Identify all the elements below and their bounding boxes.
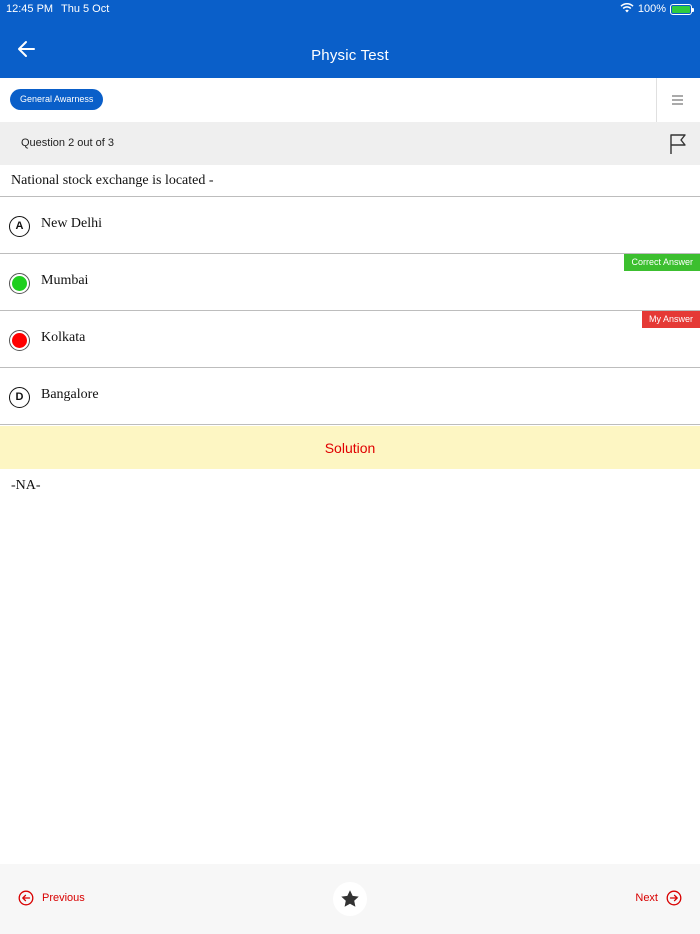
flag-icon (670, 134, 686, 154)
next-label: Next (635, 892, 658, 904)
status-time: 12:45 PM (6, 3, 54, 15)
battery-icon (670, 3, 694, 15)
status-bar: 12:45 PM Thu 5 Oct 100% (0, 0, 700, 20)
star-icon (341, 890, 359, 907)
page-title: Physic Test (311, 47, 389, 64)
hamburger-menu-icon (672, 95, 683, 105)
solution-text: -NA- (11, 478, 41, 493)
subject-chip[interactable]: General Awarness (10, 89, 104, 110)
option-letter: A (9, 216, 30, 237)
question-text: National stock exchange is located - (11, 173, 214, 188)
bookmark-button[interactable] (333, 882, 367, 916)
flag-button[interactable] (666, 132, 690, 156)
solution-header: Solution (0, 426, 700, 469)
question: National stock exchange is located - (0, 165, 700, 197)
wrong-indicator-icon (9, 330, 30, 351)
option-c[interactable]: Kolkata My Answer (0, 311, 700, 368)
bottom-nav-bar: Previous Next (0, 864, 700, 934)
option-b[interactable]: Mumbai Correct Answer (0, 254, 700, 311)
option-text: Kolkata (41, 330, 86, 345)
status-indicators: 100% (620, 2, 694, 16)
correct-indicator-icon (9, 273, 30, 294)
option-text: New Delhi (41, 216, 103, 231)
solution-title: Solution (324, 440, 376, 456)
previous-label: Previous (42, 892, 85, 904)
next-button[interactable]: Next (635, 890, 682, 906)
subject-row: General Awarness (0, 78, 700, 122)
option-text: Mumbai (41, 273, 89, 288)
battery-percent: 100% (637, 3, 666, 15)
option-d[interactable]: D Bangalore (0, 368, 700, 425)
app-header: Physic Test (0, 20, 700, 78)
divider (656, 78, 657, 122)
option-a[interactable]: A New Delhi (0, 197, 700, 254)
my-answer-badge: My Answer (641, 311, 700, 328)
status-date: Thu 5 Oct (61, 3, 110, 15)
arrow-circle-left-icon (18, 890, 34, 906)
previous-button[interactable]: Previous (18, 890, 85, 906)
question-info-row: Question 2 out of 3 (0, 122, 700, 165)
arrow-circle-right-icon (666, 890, 682, 906)
correct-answer-badge: Correct Answer (624, 254, 700, 271)
question-progress: Question 2 out of 3 (21, 137, 114, 149)
option-text: Bangalore (41, 387, 99, 402)
option-letter: D (9, 387, 30, 408)
menu-button[interactable] (666, 89, 688, 111)
wifi-icon (620, 2, 634, 16)
